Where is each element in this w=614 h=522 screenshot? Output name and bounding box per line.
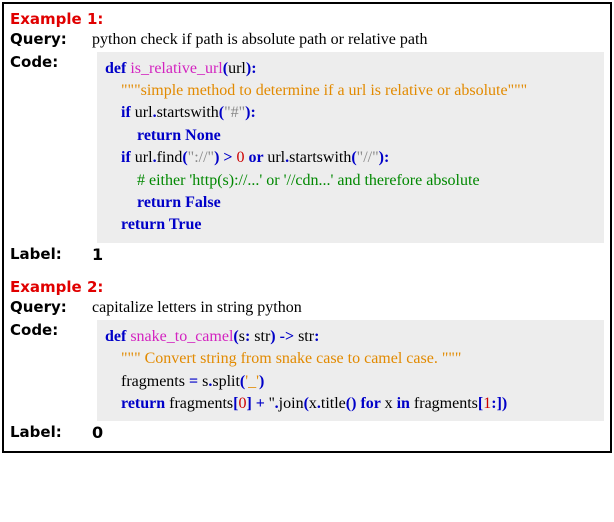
code-label: Code:	[10, 320, 92, 340]
code-block-2: def snake_to_camel(s: str) -> str: """ C…	[97, 320, 604, 422]
query-label: Query:	[10, 29, 92, 49]
label-value: 0	[92, 422, 604, 444]
example-1-title: Example 1:	[10, 10, 604, 28]
example-1-query-row: Query: python check if path is absolute …	[10, 29, 604, 51]
example-1-label-row: Label: 1	[10, 244, 604, 266]
label-label: Label:	[10, 244, 92, 264]
example-2-query-row: Query: capitalize letters in string pyth…	[10, 297, 604, 319]
code-label: Code:	[10, 52, 92, 72]
code-block-1: def is_relative_url(url): """simple meth…	[97, 52, 604, 243]
query-label: Query:	[10, 297, 92, 317]
query-text: capitalize letters in string python	[92, 297, 604, 319]
query-text: python check if path is absolute path or…	[92, 29, 604, 51]
examples-figure: Example 1: Query: python check if path i…	[2, 2, 612, 453]
example-1-code-row: Code: def is_relative_url(url): """simpl…	[10, 52, 604, 243]
example-2-title: Example 2:	[10, 278, 604, 296]
label-label: Label:	[10, 422, 92, 442]
label-value: 1	[92, 244, 604, 266]
example-2-label-row: Label: 0	[10, 422, 604, 444]
example-2-code-row: Code: def snake_to_camel(s: str) -> str:…	[10, 320, 604, 422]
